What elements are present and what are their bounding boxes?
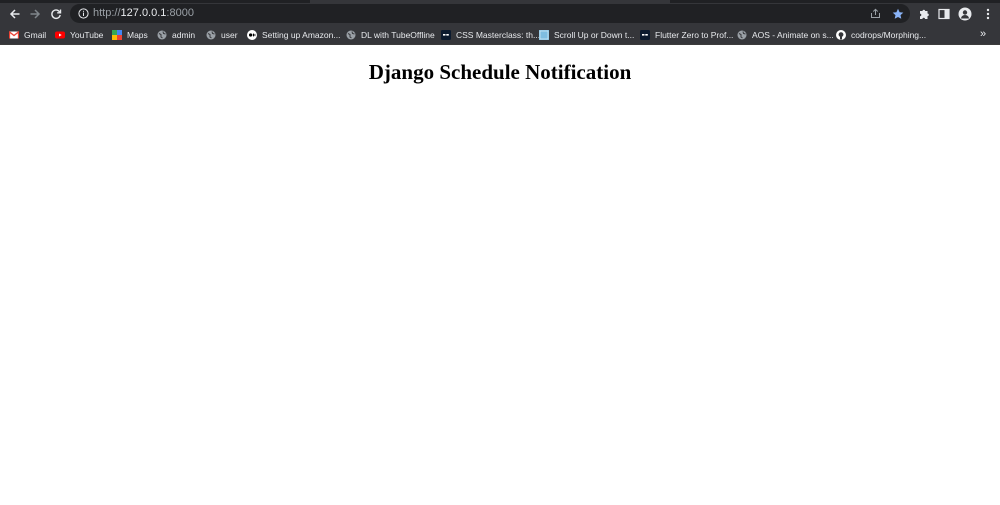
url-text[interactable]: http://127.0.0.1:8000 [93, 4, 194, 23]
forward-button[interactable] [26, 3, 44, 24]
info-icon[interactable] [78, 8, 89, 19]
bookmark-label: Flutter Zero to Prof... [655, 29, 734, 40]
gmail-icon [9, 30, 19, 38]
bookmark-label: YouTube [70, 29, 104, 40]
sk-icon [441, 29, 451, 40]
address-bar[interactable]: http://127.0.0.1:8000 [70, 4, 910, 23]
url-host: 127.0.0.1 [120, 7, 167, 19]
bookmark-label: admin [172, 29, 196, 40]
reload-icon [51, 8, 62, 19]
bookmark-label: Gmail [24, 29, 47, 40]
bookmark-label: Scroll Up or Down t... [554, 29, 635, 40]
bookmark-star-icon[interactable] [890, 6, 905, 21]
extensions-icon[interactable] [916, 6, 931, 21]
bookmark-label: codrops/Morphing... [851, 29, 927, 40]
menu-kebab-icon[interactable] [980, 6, 995, 21]
bookmark-label: DL with TubeOffline [361, 29, 435, 40]
url-port: :8000 [166, 7, 194, 19]
share-icon[interactable] [868, 6, 883, 21]
profile-avatar-icon[interactable] [957, 6, 972, 21]
globe-icon [346, 30, 356, 39]
reload-button[interactable] [47, 3, 65, 24]
bookmark-amazon[interactable]: Setting up Amazon... [247, 24, 340, 45]
bookmark-label: user [221, 29, 238, 40]
arrow-right-icon [30, 8, 41, 19]
bookmark-label: AOS - Animate on s... [752, 29, 834, 40]
more-bookmarks-button[interactable]: » [980, 24, 986, 45]
bookmark-maps[interactable]: Maps [112, 24, 148, 45]
bookmark-label: Setting up Amazon... [262, 29, 341, 40]
globe-icon [157, 30, 167, 39]
bookmark-user[interactable]: user [206, 24, 238, 45]
bookmark-tubeoffline[interactable]: DL with TubeOffline [346, 24, 435, 45]
maps-icon [112, 29, 122, 40]
page-title: Django Schedule Notification [368, 60, 632, 84]
bookmark-css-masterclass[interactable]: CSS Masterclass: th... [441, 24, 540, 45]
bookmark-label: Maps [127, 29, 148, 40]
bookmark-codrops[interactable]: codrops/Morphing... [836, 24, 926, 45]
bookmark-flutter[interactable]: Flutter Zero to Prof... [640, 24, 733, 45]
globe-icon [737, 30, 747, 39]
youtube-icon [55, 31, 65, 38]
bookmark-aos[interactable]: AOS - Animate on s... [737, 24, 834, 45]
url-scheme: http:// [93, 7, 121, 19]
bookmarks-bar: Gmail YouTube Maps admin user Setting up… [0, 24, 1000, 45]
bookmark-label: CSS Masterclass: th... [456, 29, 541, 40]
bookmark-admin[interactable]: admin [157, 24, 195, 45]
globe-icon [206, 30, 216, 39]
bookmark-youtube[interactable]: YouTube [55, 24, 103, 45]
github-icon [836, 29, 846, 40]
image-icon [539, 29, 549, 40]
page-content: Django Schedule Notification [0, 46, 1000, 505]
side-panel-icon[interactable] [936, 6, 951, 21]
medium-icon [247, 29, 257, 40]
browser-toolbar: http://127.0.0.1:8000 [0, 3, 1000, 24]
bookmark-gmail[interactable]: Gmail [9, 24, 46, 45]
sk-icon [640, 29, 650, 40]
arrow-left-icon [9, 8, 20, 19]
back-button[interactable] [6, 3, 24, 24]
bookmark-scroll[interactable]: Scroll Up or Down t... [539, 24, 634, 45]
